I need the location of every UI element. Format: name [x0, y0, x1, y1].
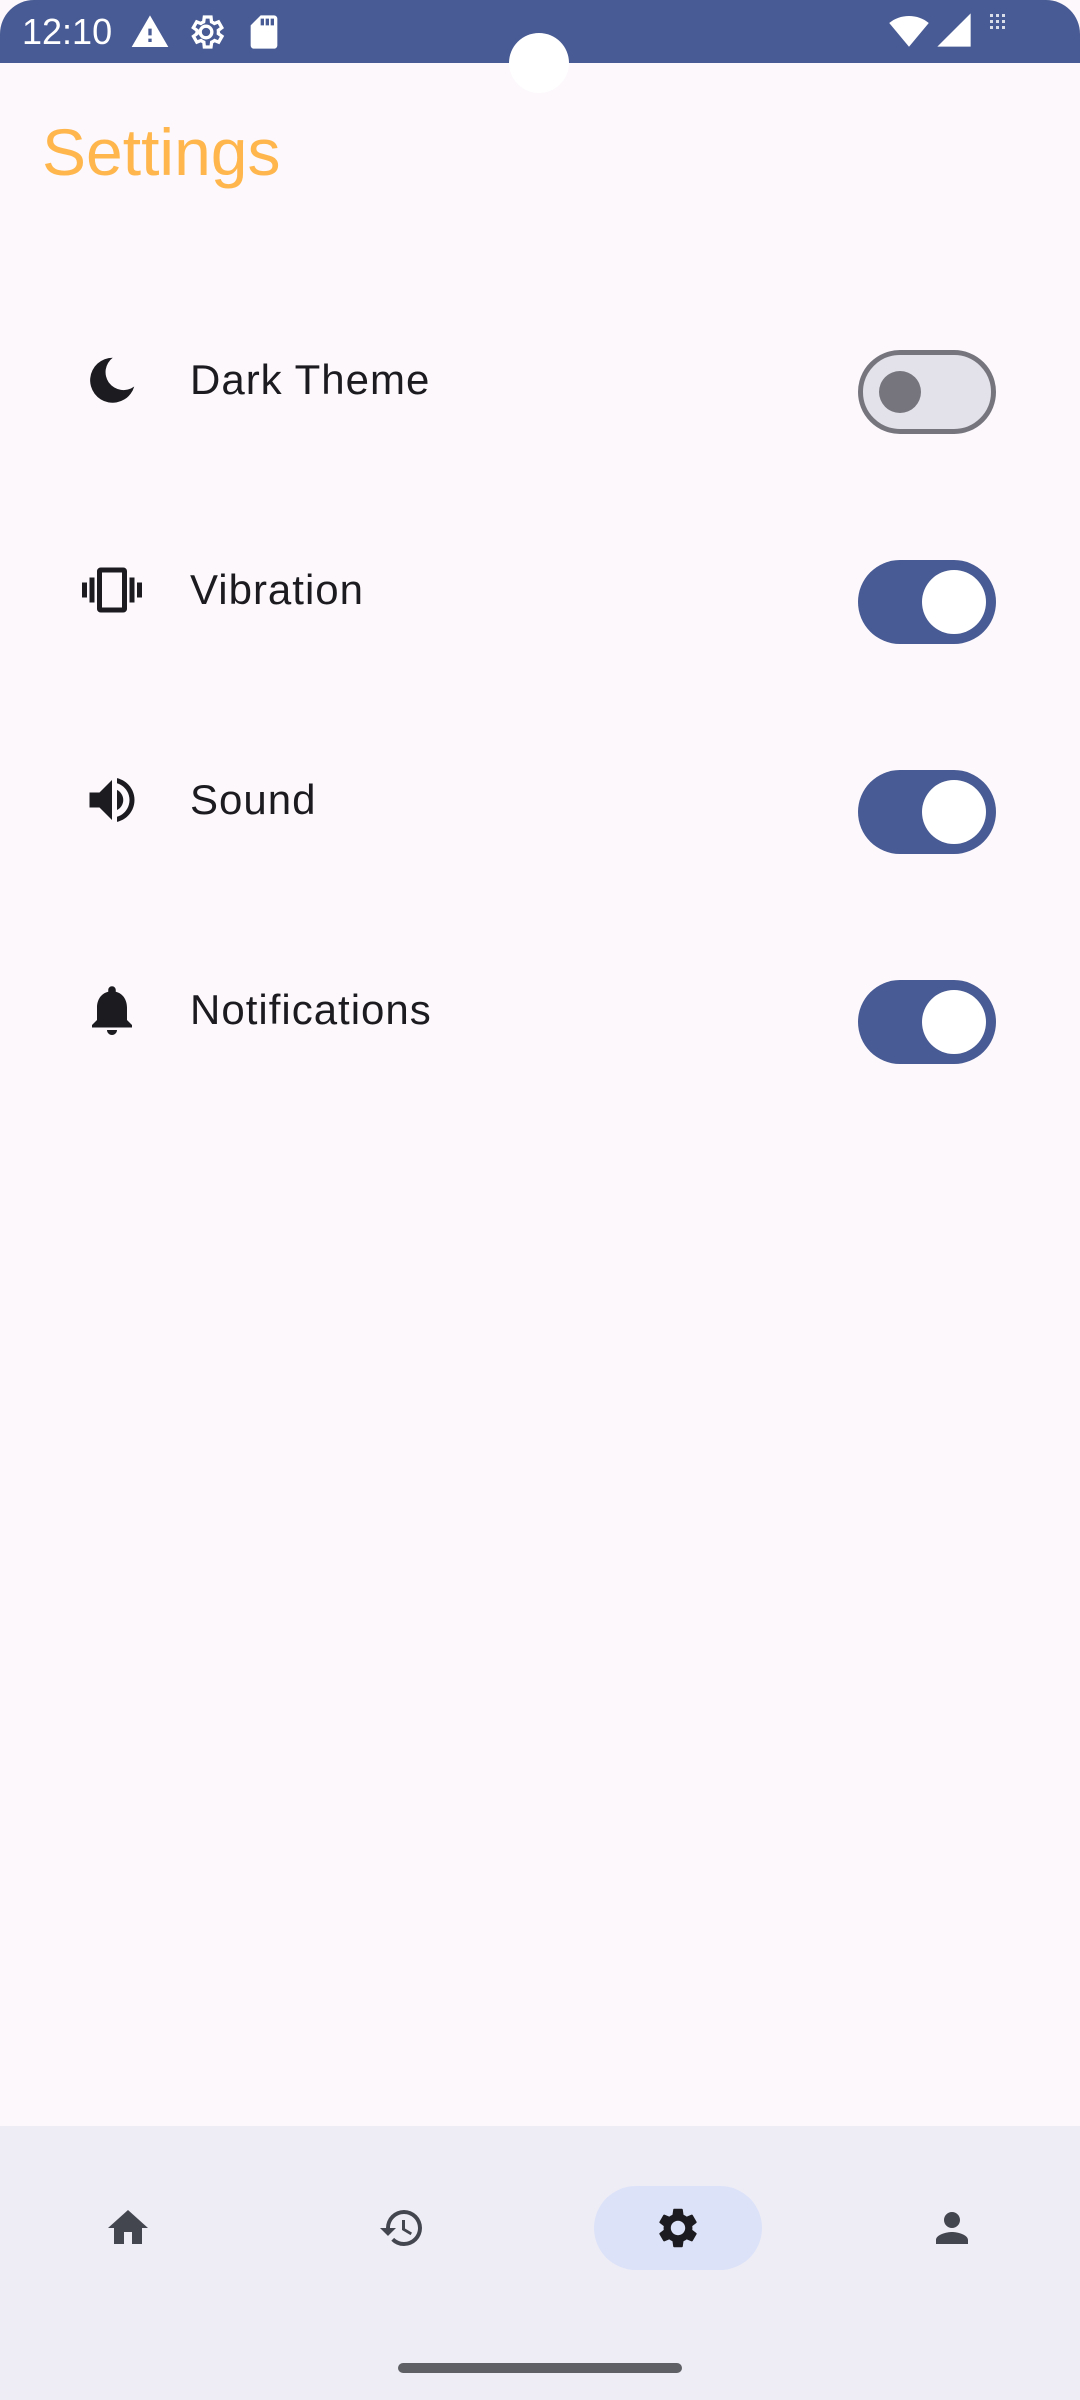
nav-settings[interactable] [594, 2186, 762, 2270]
page-title: Settings [42, 115, 281, 189]
person-icon [936, 2212, 968, 2244]
wifi-icon [888, 10, 929, 50]
sound-switch[interactable] [858, 770, 996, 854]
no-sim-icon [988, 12, 1010, 34]
status-time: 12:10 [22, 11, 113, 52]
setting-label: Sound [190, 776, 317, 823]
bell-icon [82, 980, 142, 1040]
vibration-switch[interactable] [858, 560, 996, 644]
switch-knob [922, 780, 986, 844]
nav-history[interactable] [318, 2186, 486, 2270]
switch-knob [922, 570, 986, 634]
gear-icon [659, 2208, 697, 2248]
moon-icon [82, 350, 142, 410]
setting-row-vibration: Vibration [0, 530, 1080, 650]
switch-knob [922, 990, 986, 1054]
setting-row-sound: Sound [0, 740, 1080, 860]
history-icon [380, 2210, 422, 2246]
home-icon [108, 2210, 148, 2244]
switch-knob [879, 371, 921, 413]
home-indicator[interactable] [398, 2363, 682, 2373]
camera-cutout [509, 33, 569, 93]
nav-profile[interactable] [868, 2186, 1036, 2270]
volume-icon [82, 770, 142, 830]
notifications-switch[interactable] [858, 980, 996, 1064]
gear-icon [186, 12, 226, 52]
setting-row-dark-theme: Dark Theme [0, 320, 1080, 440]
signal-icon [934, 10, 974, 50]
warning-icon [130, 12, 170, 52]
dark-theme-switch[interactable] [858, 350, 996, 434]
nav-home[interactable] [44, 2186, 212, 2270]
vibration-icon [82, 560, 142, 620]
setting-label: Dark Theme [190, 356, 431, 403]
setting-label: Notifications [190, 986, 432, 1033]
sd-card-icon [244, 12, 284, 52]
setting-row-notifications: Notifications [0, 950, 1080, 1070]
setting-label: Vibration [190, 566, 365, 613]
bottom-navigation [0, 2126, 1080, 2400]
